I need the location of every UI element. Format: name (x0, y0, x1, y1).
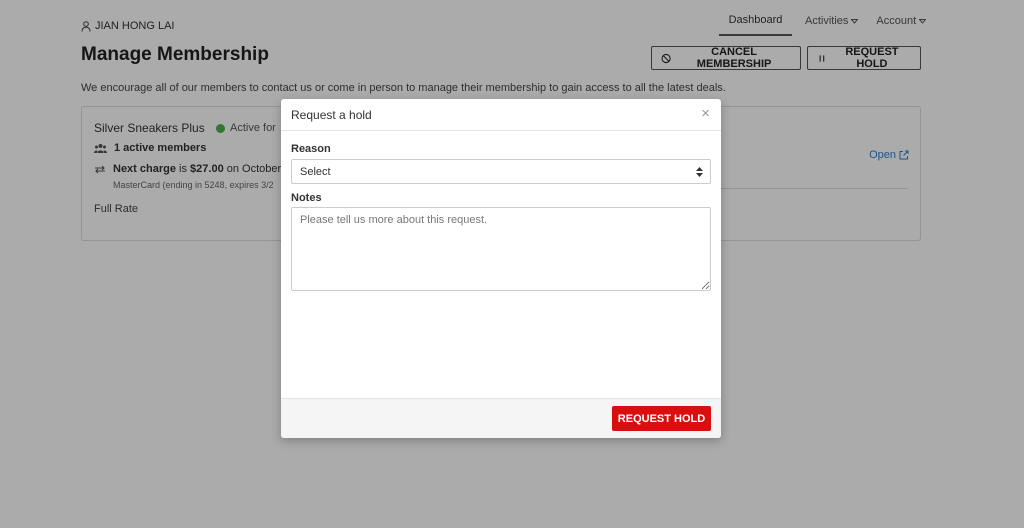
reason-label: Reason (291, 143, 331, 155)
reason-select[interactable]: Select (291, 159, 711, 184)
modal-footer: REQUEST HOLD (281, 398, 721, 438)
reason-select-value: Select (300, 165, 331, 178)
request-hold-modal: Request a hold × Reason Select Notes REQ… (281, 99, 721, 438)
select-arrows-icon (696, 167, 703, 177)
notes-label: Notes (291, 192, 322, 204)
close-icon[interactable]: × (701, 106, 710, 121)
modal-header: Request a hold × (281, 99, 721, 131)
modal-title: Request a hold (291, 108, 372, 122)
submit-request-hold-button[interactable]: REQUEST HOLD (612, 406, 711, 431)
notes-textarea[interactable] (291, 207, 711, 291)
